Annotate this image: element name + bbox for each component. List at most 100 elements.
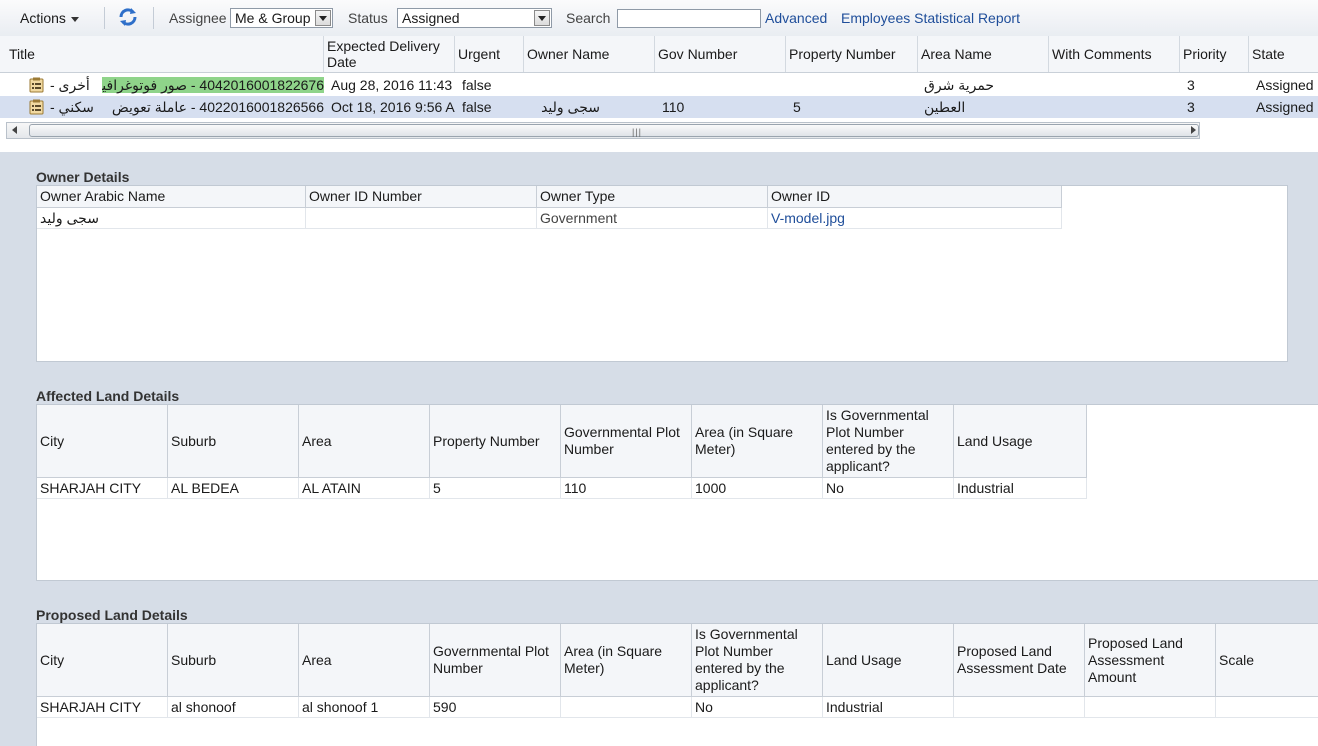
affected-property-number: 5 — [430, 478, 561, 499]
state-value: Assigned — [1256, 77, 1314, 93]
affected-suburb: AL BEDEA — [168, 478, 299, 499]
owner-col-type[interactable]: Owner Type — [537, 186, 768, 208]
expected-date: Aug 28, 2016 11:43 — [331, 77, 453, 93]
title-link[interactable]: 4022016001826566 - عاملة تعويض — [108, 96, 324, 118]
expected-date: Oct 18, 2016 9:56 A — [331, 99, 455, 115]
affected-land-usage: Industrial — [954, 478, 1087, 499]
affected-col-area[interactable]: Area — [299, 405, 430, 478]
column-state[interactable]: State — [1249, 36, 1318, 72]
affected-col-suburb[interactable]: Suburb — [168, 405, 299, 478]
horizontal-scrollbar[interactable]: ||| — [6, 122, 1200, 139]
affected-gov-plot-entered: No — [823, 478, 954, 499]
actions-label: Actions — [20, 10, 66, 26]
proposed-suburb: al shonoof — [168, 697, 299, 718]
task-grid-header: Title Expected Delivery Date Urgent Owne… — [0, 36, 1318, 73]
property-number-value: 5 — [793, 99, 801, 115]
urgent-value: false — [462, 77, 492, 93]
affected-col-gov-plot-entered[interactable]: Is Governmental Plot Number entered by t… — [823, 405, 954, 478]
refresh-icon — [119, 8, 137, 26]
status-select[interactable]: Assigned — [397, 8, 552, 28]
proposed-assessment-date — [954, 697, 1085, 718]
status-value: Assigned — [402, 10, 460, 26]
chevron-down-icon — [70, 16, 79, 22]
search-input[interactable] — [617, 9, 761, 28]
affected-col-gov-plot[interactable]: Governmental Plot Number — [561, 405, 692, 478]
column-area-name[interactable]: Area Name — [918, 36, 1049, 72]
assignee-select[interactable]: Me & Group — [230, 8, 333, 28]
proposed-col-scale[interactable]: Scale — [1216, 624, 1318, 697]
scroll-left-icon[interactable] — [12, 126, 17, 134]
affected-col-property-number[interactable]: Property Number — [430, 405, 561, 478]
proposed-col-land-usage[interactable]: Land Usage — [823, 624, 954, 697]
proposed-land-table: City Suburb Area Governmental Plot Numbe… — [36, 623, 1318, 746]
proposed-land-title: Proposed Land Details — [36, 607, 188, 623]
chevron-down-icon[interactable] — [315, 10, 331, 26]
proposed-col-area-sqm[interactable]: Area (in Square Meter) — [561, 624, 692, 697]
column-priority[interactable]: Priority — [1180, 36, 1249, 72]
proposed-col-area[interactable]: Area — [299, 624, 430, 697]
affected-col-land-usage[interactable]: Land Usage — [954, 405, 1087, 478]
gov-number-value — [662, 74, 786, 96]
owner-id-attachment-link[interactable]: V-model.jpg — [768, 208, 1062, 229]
title-main: 4042016001822676 - صور فوتوغرافية — [102, 77, 324, 93]
proposed-col-assessment-amount[interactable]: Proposed Land Assessment Amount — [1085, 624, 1216, 697]
proposed-col-gov-plot[interactable]: Governmental Plot Number — [430, 624, 561, 697]
owner-type: Government — [537, 208, 768, 229]
column-with-comments[interactable]: With Comments — [1049, 36, 1180, 72]
urgent-value: false — [462, 99, 492, 115]
affected-gov-plot: 110 — [561, 478, 692, 499]
owner-name-value: سجى وليد — [541, 99, 600, 115]
title-prefix: أخرى - — [50, 77, 90, 93]
advanced-link[interactable]: Advanced — [765, 0, 827, 36]
employees-report-link[interactable]: Employees Statistical Report — [841, 0, 1020, 36]
column-owner-name[interactable]: Owner Name — [524, 36, 655, 72]
owner-col-arabic-name[interactable]: Owner Arabic Name — [37, 186, 306, 208]
proposed-assessment-amount — [1085, 697, 1216, 718]
toolbar-divider — [153, 7, 154, 29]
property-number-value — [793, 74, 917, 96]
owner-details-table: Owner Arabic Name Owner ID Number Owner … — [36, 185, 1288, 362]
owner-id-number — [306, 208, 537, 229]
affected-area-sqm: 1000 — [692, 478, 823, 499]
owner-arabic-name-text: سجى وليد — [40, 210, 99, 226]
task-icon — [29, 99, 44, 115]
proposed-area-sqm — [561, 697, 692, 718]
gov-number-value: 110 — [662, 99, 685, 115]
owner-col-id[interactable]: Owner ID — [768, 186, 1062, 208]
affected-col-city[interactable]: City — [37, 405, 168, 478]
scroll-right-icon[interactable] — [1191, 126, 1196, 134]
chevron-down-icon[interactable] — [534, 10, 550, 26]
owner-details-title: Owner Details — [36, 169, 130, 185]
table-row[interactable]: سكني - 4022016001826566 - عاملة تعويض Oc… — [0, 96, 1318, 118]
proposed-col-suburb[interactable]: Suburb — [168, 624, 299, 697]
title-main: 4022016001826566 - عاملة تعويض — [111, 99, 324, 115]
owner-arabic-name: سجى وليد — [37, 208, 306, 229]
affected-col-area-sqm[interactable]: Area (in Square Meter) — [692, 405, 823, 478]
column-gov-number[interactable]: Gov Number — [655, 36, 786, 72]
with-comments-value — [1052, 96, 1176, 118]
grip-icon: ||| — [632, 127, 643, 137]
title-link[interactable]: 4042016001822676 - صور فوتوغرافية — [102, 74, 324, 96]
owner-col-id-number[interactable]: Owner ID Number — [306, 186, 537, 208]
search-label: Search — [566, 10, 611, 26]
scrollbar-thumb[interactable]: ||| — [29, 124, 1199, 137]
refresh-button[interactable] — [117, 6, 139, 30]
title-prefix: سكني - — [50, 99, 94, 115]
affected-area: AL ATAIN — [299, 478, 430, 499]
assignee-value: Me & Group — [235, 10, 311, 26]
proposed-col-gov-plot-entered[interactable]: Is Governmental Plot Number entered by t… — [692, 624, 823, 697]
area-name-value: حمرية شرق — [924, 77, 995, 93]
proposed-col-assessment-date[interactable]: Proposed Land Assessment Date — [954, 624, 1085, 697]
priority-value: 3 — [1187, 77, 1195, 93]
column-urgent[interactable]: Urgent — [455, 36, 524, 72]
task-icon — [29, 77, 44, 93]
proposed-col-city[interactable]: City — [37, 624, 168, 697]
column-property-number[interactable]: Property Number — [786, 36, 918, 72]
column-title[interactable]: Title — [6, 36, 324, 72]
proposed-land-usage: Industrial — [823, 697, 954, 718]
actions-menu[interactable]: Actions — [14, 0, 85, 36]
affected-land-title: Affected Land Details — [36, 388, 180, 404]
table-row[interactable]: أخرى - 4042016001822676 - صور فوتوغرافية… — [0, 74, 1318, 96]
owner-name-value — [524, 74, 655, 96]
column-expected-delivery[interactable]: Expected Delivery Date — [324, 36, 455, 72]
